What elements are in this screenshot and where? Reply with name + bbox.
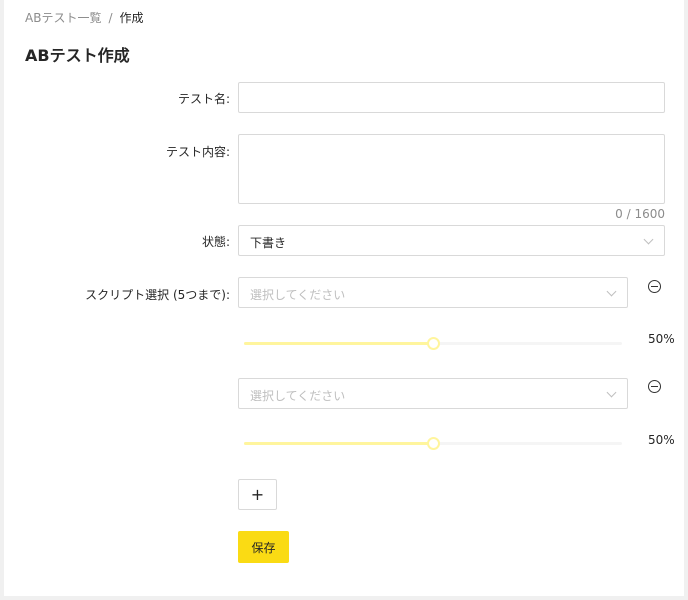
- page-title: ABテスト作成: [25, 46, 130, 65]
- test-name-label: テスト名:: [177, 92, 230, 106]
- breadcrumb-parent-link[interactable]: ABテスト一覧: [25, 11, 101, 25]
- chevron-down-icon: [606, 286, 617, 297]
- form-card: ABテスト一覧 / 作成 ABテスト作成 テスト名: テスト内容: 0 / 1600…: [4, 0, 684, 596]
- breadcrumb-current: 作成: [119, 11, 144, 25]
- chevron-down-icon: [606, 387, 617, 398]
- slider-handle[interactable]: [427, 337, 440, 350]
- chevron-down-icon: [643, 234, 654, 245]
- content-char-counter: 0 / 1600: [615, 207, 665, 221]
- script-select-1-placeholder: 選択してください: [250, 288, 346, 302]
- script-select-1[interactable]: 選択してください: [238, 277, 628, 308]
- minus-circle-icon[interactable]: [648, 280, 661, 293]
- script-1-weight-slider[interactable]: [244, 337, 622, 350]
- script-2-weight-slider[interactable]: [244, 437, 622, 450]
- add-script-button[interactable]: +: [238, 479, 277, 510]
- test-content-textarea[interactable]: [238, 134, 665, 204]
- minus-circle-icon[interactable]: [648, 380, 661, 393]
- slider-track: [244, 342, 433, 345]
- script-select-label: スクリプト選択 (5つまで):: [85, 288, 230, 302]
- test-name-input[interactable]: [238, 82, 665, 113]
- slider-track: [244, 442, 433, 445]
- script-1-weight-percent: 50%: [648, 332, 675, 346]
- status-label: 状態:: [201, 235, 230, 249]
- script-2-weight-percent: 50%: [648, 433, 675, 447]
- test-content-label: テスト内容:: [165, 145, 230, 159]
- status-select[interactable]: 下書き: [238, 225, 665, 256]
- slider-handle[interactable]: [427, 437, 440, 450]
- breadcrumb: ABテスト一覧 / 作成: [25, 9, 144, 26]
- save-button[interactable]: 保存: [238, 531, 289, 563]
- script-select-2[interactable]: 選択してください: [238, 378, 628, 409]
- status-select-value: 下書き: [250, 236, 287, 250]
- breadcrumb-separator: /: [108, 11, 113, 25]
- script-select-2-placeholder: 選択してください: [250, 389, 346, 403]
